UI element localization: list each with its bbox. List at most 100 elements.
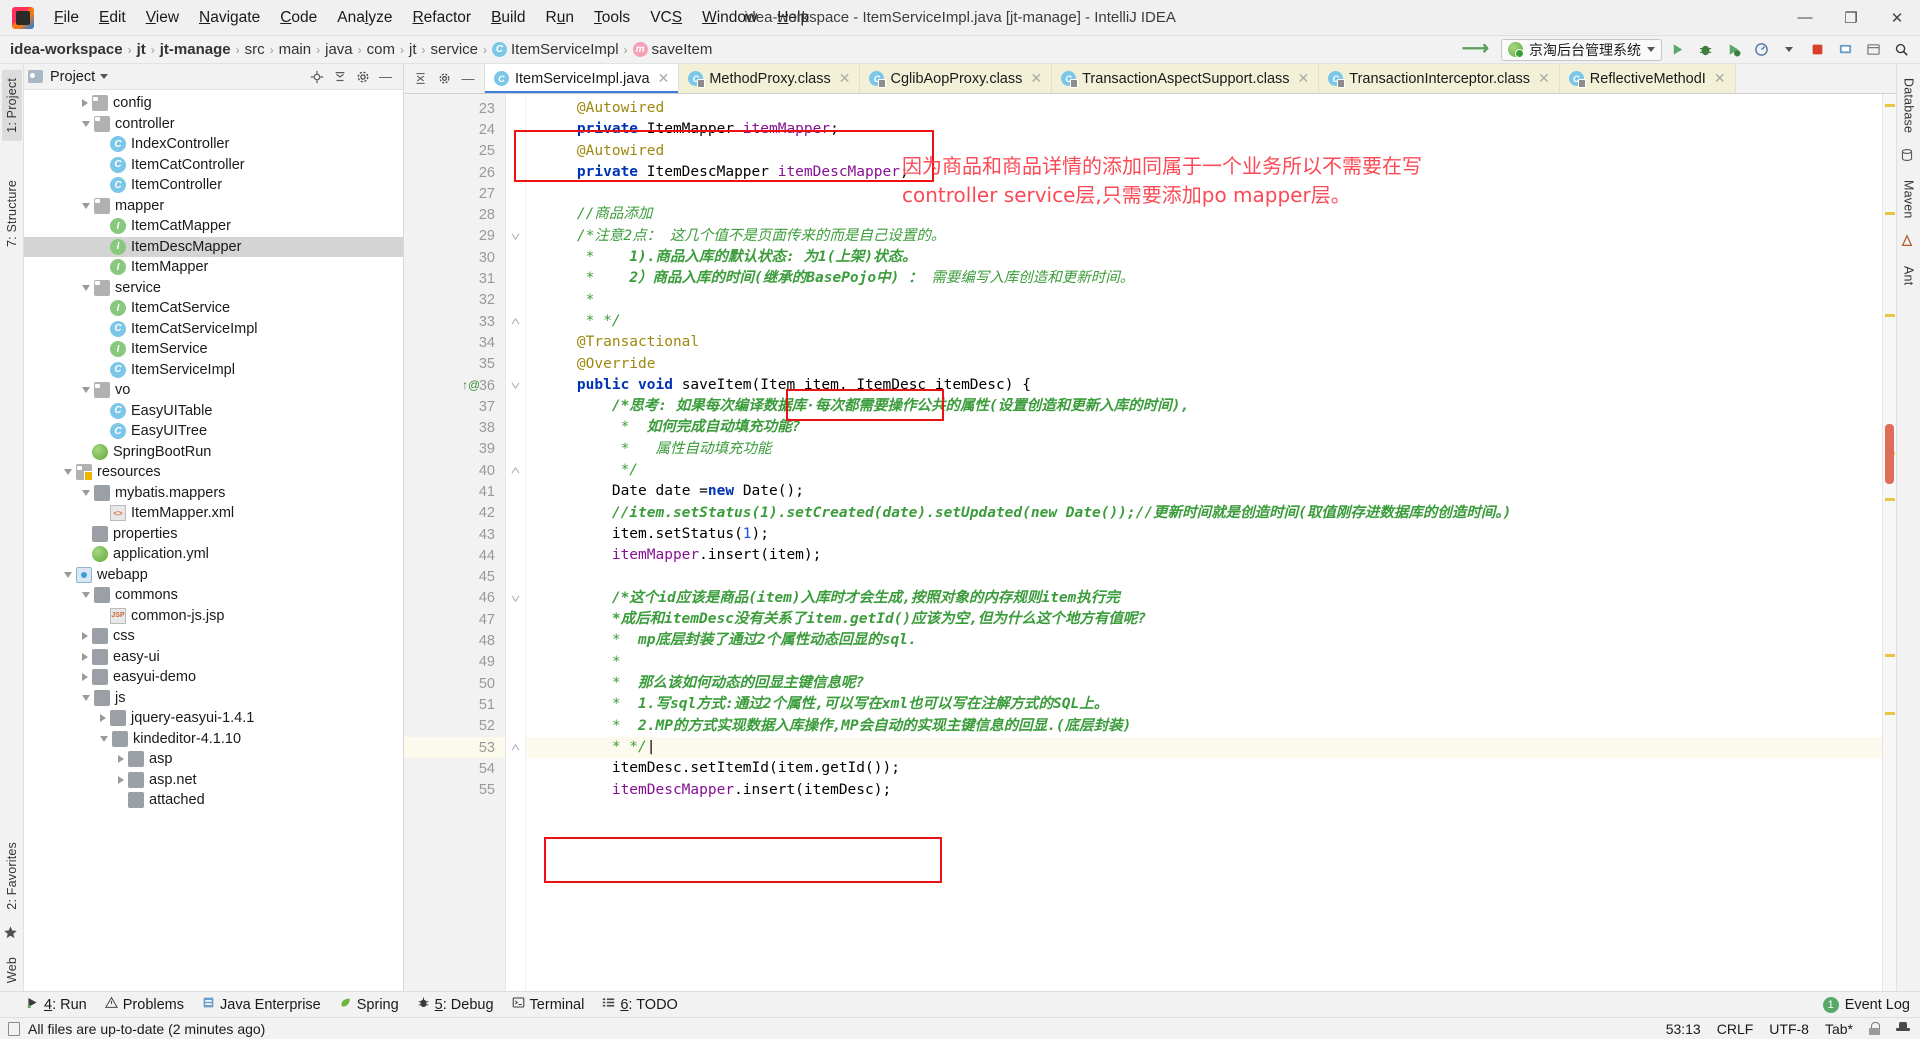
line-number[interactable]: 28 bbox=[404, 204, 505, 225]
code-line[interactable]: /*这个id应该是商品(item)入库时才会生成,按照对象的内存规则item执行… bbox=[526, 588, 1882, 609]
fold-collapse-icon[interactable] bbox=[506, 375, 525, 396]
code-line[interactable]: * */ bbox=[526, 311, 1882, 332]
tree-item-easy-ui[interactable]: easy-ui bbox=[24, 647, 403, 668]
hide-panel-icon[interactable]: — bbox=[376, 67, 395, 86]
tree-item-controller[interactable]: controller bbox=[24, 114, 403, 135]
fold-expand-icon[interactable] bbox=[506, 311, 525, 332]
tree-item-itemcatcontroller[interactable]: C ItemCatController bbox=[24, 155, 403, 176]
debug-icon[interactable] bbox=[1692, 38, 1718, 62]
close-icon[interactable]: ✕ bbox=[1298, 70, 1310, 87]
tree-item-common-js-jsp[interactable]: JSP common-js.jsp bbox=[24, 606, 403, 627]
fold-expand-icon[interactable] bbox=[506, 460, 525, 481]
line-number[interactable]: 27 bbox=[404, 183, 505, 204]
file-encoding[interactable]: UTF-8 bbox=[1769, 1021, 1809, 1037]
code-line[interactable]: Date date =new Date(); bbox=[526, 481, 1882, 502]
breadcrumb-item-itemserviceimpl[interactable]: C ItemServiceImpl bbox=[492, 41, 619, 58]
tree-item-mapper[interactable]: mapper bbox=[24, 196, 403, 217]
rail-tab-web[interactable]: Web bbox=[2, 949, 22, 991]
editor-tab-transactionaspectsupport-class[interactable]: C TransactionAspectSupport.class ✕ bbox=[1052, 64, 1320, 93]
code-line[interactable]: private ItemMapper itemMapper; bbox=[526, 119, 1882, 140]
breadcrumb-item-jt[interactable]: jt bbox=[137, 41, 146, 58]
tool-window-run[interactable]: 4: Run bbox=[26, 996, 87, 1013]
breadcrumb-item-service[interactable]: service bbox=[430, 41, 478, 58]
breadcrumb-item-saveitem[interactable]: m saveItem bbox=[632, 41, 712, 58]
tree-item-commons[interactable]: commons bbox=[24, 585, 403, 606]
stop-icon[interactable] bbox=[1804, 38, 1830, 62]
run-with-coverage-icon[interactable] bbox=[1720, 38, 1746, 62]
tree-item-itemcatmapper[interactable]: I ItemCatMapper bbox=[24, 216, 403, 237]
tool-window-terminal[interactable]: Terminal bbox=[512, 996, 584, 1013]
chevron-open-icon[interactable] bbox=[82, 284, 90, 291]
code-line[interactable]: /*注意2点： 这几个值不是页面传来的而是自己设置的。 bbox=[526, 226, 1882, 247]
code-line[interactable]: itemDesc.setItemId(item.getId()); bbox=[526, 758, 1882, 779]
editor-tab-transactioninterceptor-class[interactable]: C TransactionInterceptor.class ✕ bbox=[1319, 64, 1560, 93]
line-number[interactable]: 48 bbox=[404, 630, 505, 651]
indent-setting[interactable]: Tab* bbox=[1825, 1021, 1853, 1037]
breadcrumb-item-src[interactable]: src bbox=[245, 41, 265, 58]
editor-tab-reflectivemethodi[interactable]: C ReflectiveMethodI ✕ bbox=[1559, 64, 1736, 93]
tool-window-debug[interactable]: 5: Debug bbox=[417, 996, 494, 1013]
tree-item-springbootrun[interactable]: SpringBootRun bbox=[24, 442, 403, 463]
code-line[interactable]: itemMapper.insert(item); bbox=[526, 545, 1882, 566]
code-line[interactable]: /*思考: 如果每次编译数据库·每次都需要操作公共的属性(设置创造和更新入库的时… bbox=[526, 396, 1882, 417]
settings-icon[interactable] bbox=[353, 67, 372, 86]
menu-vcs[interactable]: VCS bbox=[640, 4, 692, 32]
code-line[interactable]: * 那么该如何动态的回显主键信息呢? bbox=[526, 673, 1882, 694]
close-icon[interactable]: ✕ bbox=[1714, 70, 1726, 87]
menu-file[interactable]: File bbox=[44, 4, 89, 32]
code-line[interactable]: * mp底层封装了通过2个属性动态回显的sql. bbox=[526, 630, 1882, 651]
maximize-button[interactable]: ❐ bbox=[1828, 0, 1874, 36]
breadcrumb-item-main[interactable]: main bbox=[279, 41, 312, 58]
tree-item-itemserviceimpl[interactable]: C ItemServiceImpl bbox=[24, 360, 403, 381]
editor-tab-methodproxy-class[interactable]: C MethodProxy.class ✕ bbox=[679, 64, 861, 93]
line-number[interactable]: 36 ↑@ bbox=[404, 375, 505, 396]
code-line[interactable]: * 2.MP的方式实现数据入库操作,MP会自动的实现主键信息的回显.(底层封装) bbox=[526, 716, 1882, 737]
run-configuration-selector[interactable]: 京淘后台管理系统 bbox=[1501, 38, 1662, 61]
line-number[interactable]: 55 bbox=[404, 780, 505, 801]
code-line[interactable]: @Override bbox=[526, 354, 1882, 375]
settings-icon[interactable] bbox=[1860, 38, 1886, 62]
chevron-open-icon[interactable] bbox=[82, 387, 90, 394]
chevron-closed-icon[interactable] bbox=[82, 99, 88, 108]
menu-refactor[interactable]: Refactor bbox=[402, 4, 481, 32]
breadcrumb-item-idea-workspace[interactable]: idea-workspace bbox=[10, 41, 123, 58]
code-line[interactable]: @Transactional bbox=[526, 332, 1882, 353]
fold-collapse-icon[interactable] bbox=[506, 588, 525, 609]
project-tree[interactable]: config controller C IndexController C ItemCat… bbox=[24, 90, 403, 991]
search-icon[interactable] bbox=[1888, 38, 1914, 62]
chevron-open-icon[interactable] bbox=[64, 571, 72, 578]
code-editor[interactable]: 23 24 25 26 27 28 29 30 31 32 33 34 35 36 ↑@ 37 38 39 40 41… bbox=[404, 94, 1896, 991]
tree-item-itemcatservice[interactable]: I ItemCatService bbox=[24, 298, 403, 319]
tree-item-asp-net[interactable]: asp.net bbox=[24, 770, 403, 791]
line-number[interactable]: 51 bbox=[404, 694, 505, 715]
chevron-closed-icon[interactable] bbox=[82, 673, 88, 682]
code-line[interactable]: * 属性自动填充功能 bbox=[526, 439, 1882, 460]
menu-view[interactable]: View bbox=[136, 4, 189, 32]
update-app-icon[interactable] bbox=[1832, 38, 1858, 62]
rail-tab-ant[interactable]: Ant bbox=[1899, 258, 1919, 293]
line-number[interactable]: 46 bbox=[404, 588, 505, 609]
tree-item-easyuitree[interactable]: C EasyUITree bbox=[24, 421, 403, 442]
close-icon[interactable]: ✕ bbox=[1030, 70, 1042, 87]
collapse-icon[interactable] bbox=[410, 69, 430, 89]
tree-item-itemcatserviceimpl[interactable]: C ItemCatServiceImpl bbox=[24, 319, 403, 340]
tree-item-webapp[interactable]: webapp bbox=[24, 565, 403, 586]
line-number[interactable]: 41 bbox=[404, 481, 505, 502]
line-number[interactable]: 40 bbox=[404, 460, 505, 481]
line-number[interactable]: 44 bbox=[404, 545, 505, 566]
line-number[interactable]: 24 bbox=[404, 119, 505, 140]
chevron-closed-icon[interactable] bbox=[82, 652, 88, 661]
tree-item-vo[interactable]: vo bbox=[24, 380, 403, 401]
locate-icon[interactable] bbox=[307, 67, 326, 86]
line-number[interactable]: 23 bbox=[404, 98, 505, 119]
code-line[interactable]: * 2）商品入库的时间(继承的BasePojo中) ： 需要编写入库创造和更新时… bbox=[526, 268, 1882, 289]
line-number[interactable]: 43 bbox=[404, 524, 505, 545]
line-number[interactable]: 54 bbox=[404, 758, 505, 779]
menu-run[interactable]: Run bbox=[536, 4, 584, 32]
rail-tab-structure[interactable]: 7: Structure bbox=[2, 172, 22, 255]
settings-icon[interactable] bbox=[434, 69, 454, 89]
chevron-open-icon[interactable] bbox=[82, 489, 90, 496]
editor-tab-cglibaopproxy-class[interactable]: C CglibAopProxy.class ✕ bbox=[860, 64, 1053, 93]
chevron-closed-icon[interactable] bbox=[118, 775, 124, 784]
minimize-button[interactable]: — bbox=[1782, 0, 1828, 36]
